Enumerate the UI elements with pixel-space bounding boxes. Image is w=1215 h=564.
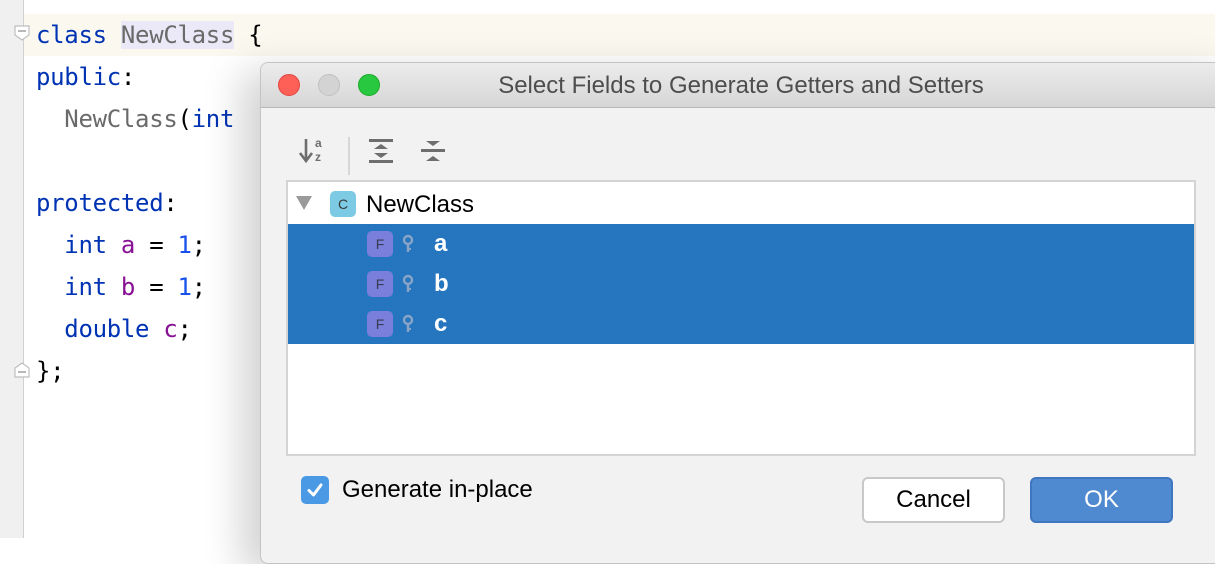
- field-icon: F: [367, 231, 393, 257]
- code-token: 1: [177, 273, 192, 301]
- code-token: ;: [191, 273, 206, 301]
- tree-row-field[interactable]: F b: [288, 264, 1194, 304]
- code-token: c: [163, 315, 178, 343]
- field-name-label: b: [434, 270, 449, 297]
- sort-alphabetically-icon: a z: [298, 136, 322, 164]
- tree-row-field[interactable]: F c: [288, 304, 1194, 344]
- generate-getters-setters-dialog: Select Fields to Generate Getters and Se…: [260, 62, 1215, 564]
- code-token: :: [120, 63, 136, 91]
- generate-in-place-label: Generate in-place: [342, 476, 533, 503]
- field-icon: F: [367, 311, 393, 337]
- expand-all-button[interactable]: [363, 129, 399, 173]
- checkbox-box[interactable]: [301, 476, 329, 504]
- code-token: a: [120, 231, 136, 259]
- code-token: class: [36, 21, 107, 49]
- code-line: NewClass(int: [36, 98, 234, 140]
- code-token: 1: [177, 231, 192, 259]
- protected-key-icon: [402, 234, 414, 252]
- dialog-title: Select Fields to Generate Getters and Se…: [498, 72, 984, 99]
- cancel-button[interactable]: Cancel: [862, 477, 1005, 523]
- code-token: ;: [191, 231, 206, 259]
- dialog-titlebar[interactable]: Select Fields to Generate Getters and Se…: [261, 63, 1215, 108]
- code-token: protected: [36, 189, 164, 217]
- tree-row-class[interactable]: C NewClass: [288, 184, 1194, 224]
- field-icon: F: [367, 271, 393, 297]
- code-token: =: [135, 231, 178, 259]
- code-line: class NewClass {: [36, 14, 263, 56]
- code-token: ;: [177, 315, 192, 343]
- code-token: :: [163, 189, 178, 217]
- checkmark-icon: [307, 483, 323, 497]
- code-line: protected:: [36, 182, 178, 224]
- code-token: int: [191, 105, 235, 133]
- code-line: int b = 1;: [36, 266, 206, 308]
- code-token: int: [36, 231, 107, 259]
- class-name-label: NewClass: [366, 191, 475, 218]
- fields-tree[interactable]: C NewClass F a F b F c: [286, 180, 1196, 456]
- code-token: (: [177, 105, 192, 133]
- code-token: public: [36, 63, 121, 91]
- sort-alphabetically-button[interactable]: a z: [295, 129, 331, 173]
- code-token: NewClass: [120, 21, 235, 49]
- svg-text:z: z: [315, 150, 321, 164]
- code-token: b: [120, 273, 136, 301]
- protected-key-icon: [402, 314, 414, 332]
- svg-text:a: a: [315, 136, 322, 150]
- code-token: {: [234, 21, 263, 49]
- code-token: double: [36, 315, 150, 343]
- field-name-label: c: [434, 310, 448, 337]
- expand-triangle-icon[interactable]: [296, 196, 312, 210]
- toolbar-separator: [348, 137, 350, 175]
- collapse-all-icon: [421, 141, 445, 161]
- code-token: };: [36, 357, 65, 385]
- tree-row-field[interactable]: F a: [288, 224, 1194, 264]
- field-name-label: a: [434, 230, 448, 257]
- fold-open-icon[interactable]: [14, 25, 30, 41]
- generate-in-place-checkbox[interactable]: Generate in-place: [301, 476, 533, 504]
- class-icon: C: [330, 191, 356, 217]
- fold-close-icon[interactable]: [14, 362, 30, 378]
- code-token: int: [36, 273, 107, 301]
- collapse-all-button[interactable]: [415, 129, 451, 173]
- editor-gutter: [0, 0, 24, 538]
- code-line: public:: [36, 56, 135, 98]
- code-line: int a = 1;: [36, 224, 206, 266]
- protected-key-icon: [402, 274, 414, 292]
- code-line: double c;: [36, 308, 192, 350]
- code-line: };: [36, 350, 65, 392]
- code-token: =: [135, 273, 178, 301]
- code-token: NewClass: [36, 105, 178, 133]
- expand-all-icon: [369, 139, 393, 163]
- ok-button[interactable]: OK: [1030, 477, 1173, 523]
